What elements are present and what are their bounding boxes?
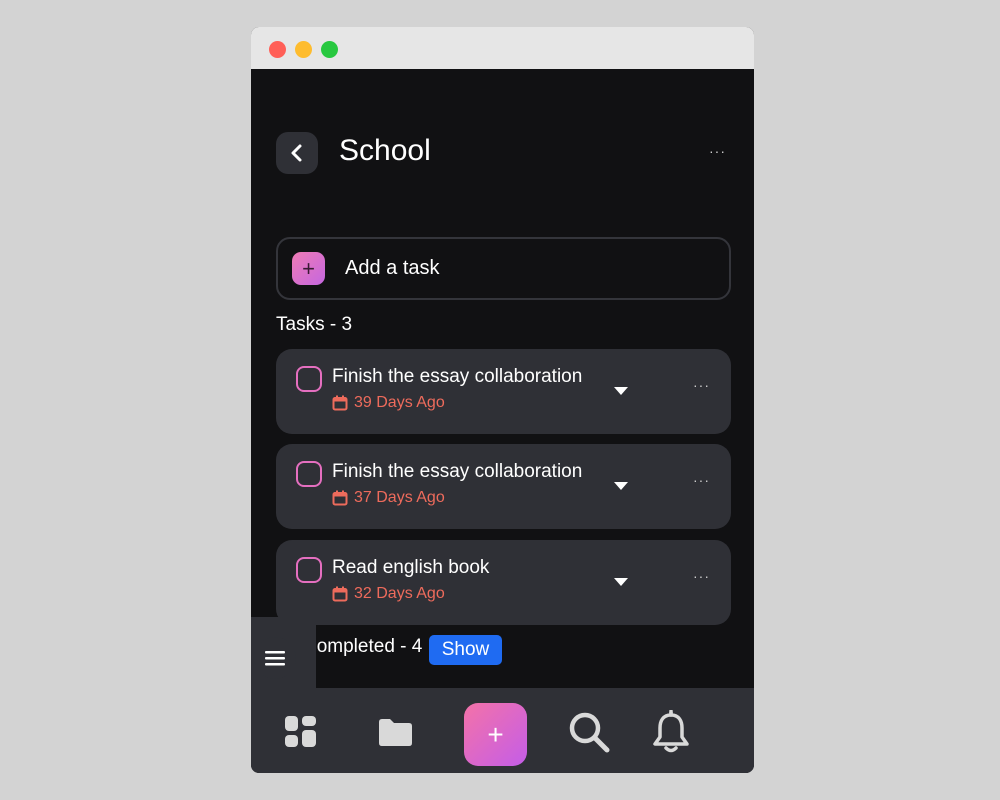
header-more-options-icon[interactable]: ··· <box>709 143 726 159</box>
bell-icon <box>653 710 689 753</box>
task-date-text: 39 Days Ago <box>354 394 445 411</box>
bottom-navigation: + <box>251 688 754 773</box>
tasks-count-label: Tasks - 3 <box>276 314 353 335</box>
task-title: Read english book <box>332 557 490 578</box>
task-date-text: 37 Days Ago <box>354 489 445 506</box>
task-due-date: 37 Days Ago <box>332 489 445 507</box>
calendar-icon <box>332 586 348 602</box>
calendar-icon <box>332 395 348 411</box>
nav-dashboard[interactable] <box>284 715 318 749</box>
app-window: School ··· + Add a task Tasks - 3 Finish… <box>251 27 754 773</box>
task-more-options-icon[interactable]: ··· <box>693 568 710 584</box>
task-due-date: 39 Days Ago <box>332 394 445 412</box>
dashboard-icon <box>285 716 316 747</box>
task-date-text: 32 Days Ago <box>354 585 445 602</box>
plus-icon: + <box>292 252 325 285</box>
create-task-fab[interactable]: + <box>464 703 527 766</box>
show-completed-button[interactable]: Show <box>429 635 502 665</box>
minimize-window-button[interactable] <box>295 41 312 58</box>
task-checkbox[interactable] <box>296 366 322 392</box>
chevron-left-icon <box>291 144 302 162</box>
folder-icon <box>379 719 412 746</box>
completed-count-label: Completed - 4 <box>303 636 423 657</box>
task-more-options-icon[interactable]: ··· <box>693 377 710 393</box>
close-window-button[interactable] <box>269 41 286 58</box>
calendar-icon <box>332 490 348 506</box>
page-title: School <box>339 134 431 167</box>
task-item[interactable]: Read english book 32 Days Ago ··· <box>276 540 731 625</box>
task-checkbox[interactable] <box>296 461 322 487</box>
menu-button[interactable] <box>254 637 296 679</box>
add-task-label: Add a task <box>345 257 440 279</box>
task-item[interactable]: Finish the essay collaboration 37 Days A… <box>276 444 731 529</box>
add-task-button[interactable]: + Add a task <box>276 237 731 300</box>
task-due-date: 32 Days Ago <box>332 585 445 603</box>
expand-caret-icon[interactable] <box>614 387 628 395</box>
search-icon <box>569 712 610 753</box>
title-bar <box>251 27 754 69</box>
task-title: Finish the essay collaboration <box>332 366 583 387</box>
task-more-options-icon[interactable]: ··· <box>693 472 710 488</box>
task-item[interactable]: Finish the essay collaboration 39 Days A… <box>276 349 731 434</box>
expand-caret-icon[interactable] <box>614 482 628 490</box>
back-button[interactable] <box>276 132 318 174</box>
nav-folders[interactable] <box>377 717 414 747</box>
expand-caret-icon[interactable] <box>614 578 628 586</box>
nav-search[interactable] <box>567 710 611 754</box>
hamburger-menu-icon <box>265 651 285 666</box>
maximize-window-button[interactable] <box>321 41 338 58</box>
nav-notifications[interactable] <box>651 710 691 754</box>
task-title: Finish the essay collaboration <box>332 461 583 482</box>
task-checkbox[interactable] <box>296 557 322 583</box>
